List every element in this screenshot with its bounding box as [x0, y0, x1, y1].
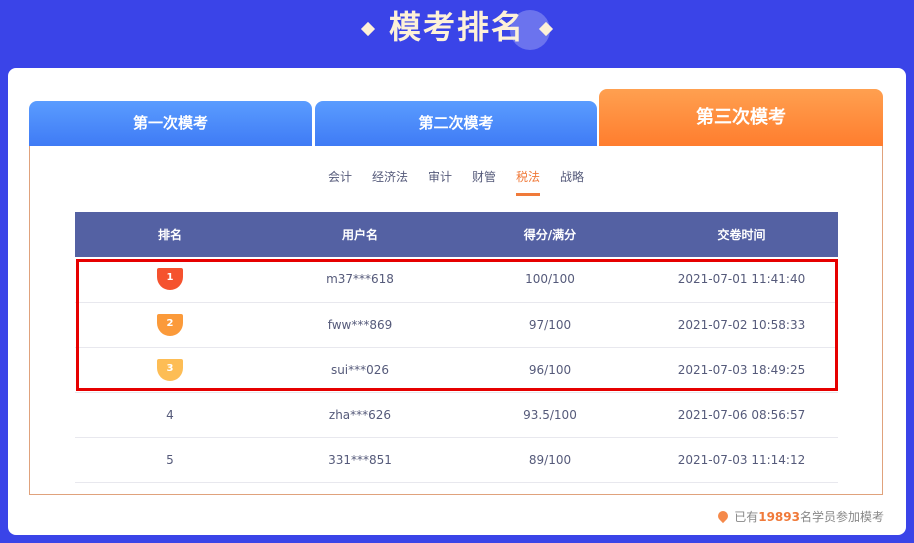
location-pin-icon: [716, 508, 731, 524]
subject-tab[interactable]: 财管: [472, 168, 496, 193]
footer-suffix: 名学员参加模考: [799, 510, 884, 524]
subject-tab[interactable]: 审计: [428, 168, 452, 193]
header-user: 用户名: [265, 212, 455, 257]
score-cell: 93.5/100: [455, 392, 645, 438]
header-time: 交卷时间: [645, 212, 838, 257]
time-cell: 2021-07-06 08:56:57: [645, 392, 838, 438]
table-row: 5 331***851 89/100 2021-07-03 11:14:12: [75, 437, 838, 483]
highlight-box: [76, 259, 838, 391]
tab-exam-2[interactable]: 第二次模考: [315, 101, 597, 146]
ranking-panel: 会计 经济法 审计 财管 税法 战略 排名 用户名 得分/满分 交卷时间 1 m37***…: [29, 146, 883, 495]
tab-exam-1[interactable]: 第一次模考: [29, 101, 312, 146]
rank-cell: 4: [75, 392, 265, 438]
rank-cell: 5: [75, 437, 265, 483]
rank-value: 5: [166, 452, 174, 467]
subject-tab[interactable]: 经济法: [372, 168, 408, 193]
participant-count: 已有19893名学员参加模考: [716, 508, 884, 525]
subject-tab-active[interactable]: 税法: [516, 168, 541, 196]
tab-exam-3[interactable]: 第三次模考: [599, 89, 883, 146]
diamond-icon: [538, 21, 554, 37]
header-rank: 排名: [75, 212, 265, 257]
subject-tabs: 会计 经济法 审计 财管 税法 战略: [30, 168, 882, 196]
rank-value: 4: [166, 407, 174, 422]
score-cell: 89/100: [455, 437, 645, 483]
subject-tab[interactable]: 会计: [328, 168, 352, 193]
ranking-card: 第一次模考 第二次模考 第三次模考 会计 经济法 审计 财管 税法 战略 排名 用户名 得…: [8, 68, 906, 535]
header-score: 得分/满分: [455, 212, 645, 257]
page-title: 模考排名: [0, 2, 914, 48]
footer-prefix: 已有: [734, 510, 759, 524]
diamond-icon: [360, 21, 376, 37]
title-text: 模考排名: [388, 8, 525, 46]
user-cell: 331***851: [265, 437, 455, 483]
subject-tab[interactable]: 战略: [560, 168, 584, 193]
footer-count: 19893: [758, 510, 800, 524]
user-cell: zha***626: [265, 392, 455, 438]
table-row: 4 zha***626 93.5/100 2021-07-06 08:56:57: [75, 392, 838, 438]
time-cell: 2021-07-03 11:14:12: [645, 437, 838, 483]
